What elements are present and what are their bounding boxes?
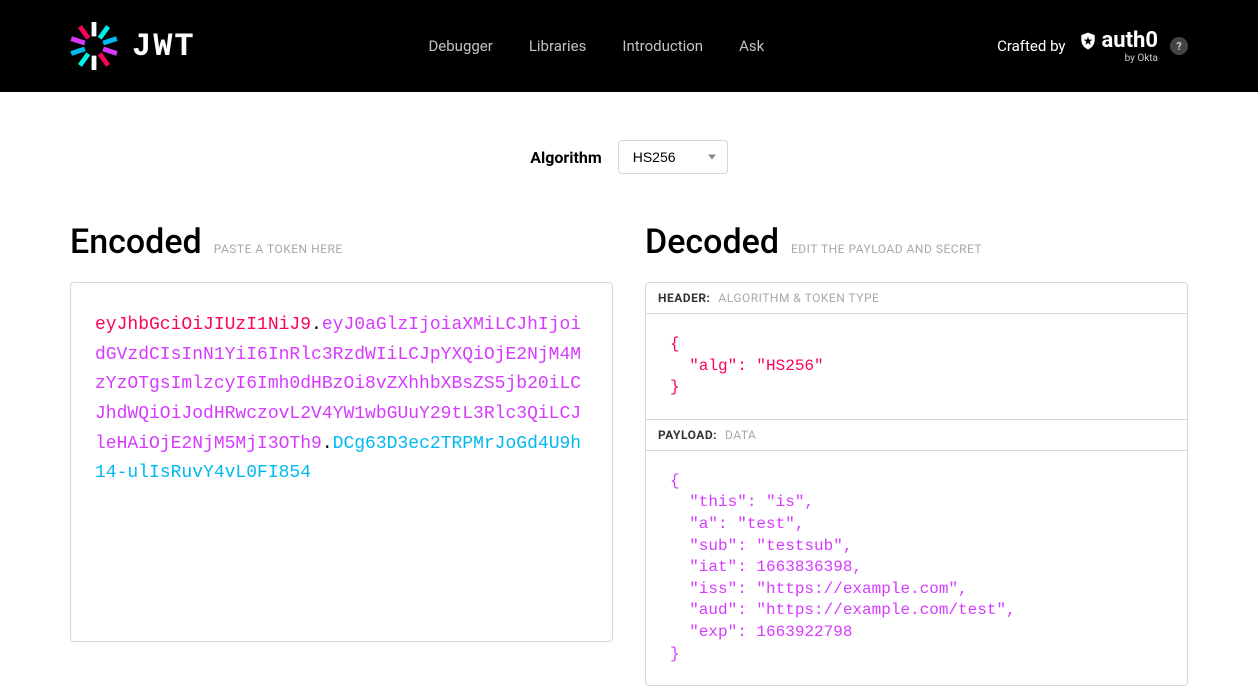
decoded-header-bar: HEADER: ALGORITHM & TOKEN TYPE <box>646 283 1187 314</box>
token-header-segment: eyJhbGciOiJIUzI1NiJ9 <box>95 315 311 335</box>
brand-text: JWT <box>132 28 196 65</box>
encoded-title: Encoded <box>70 222 202 262</box>
decoded-header-label: HEADER: <box>658 291 710 305</box>
algorithm-selector-row: Algorithm HS256 <box>0 140 1258 174</box>
nav-link-debugger[interactable]: Debugger <box>428 37 492 55</box>
nav-link-introduction[interactable]: Introduction <box>622 37 703 55</box>
auth0-logo[interactable]: auth0 by Okta <box>1078 28 1158 64</box>
brand-logo[interactable]: JWT <box>70 22 196 70</box>
encoded-hint: PASTE A TOKEN HERE <box>214 242 343 256</box>
jwt-pinwheel-icon <box>70 22 118 70</box>
encoded-token-input[interactable]: eyJhbGciOiJIUzI1NiJ9.eyJ0aGlzIjoiaXMiLCJ… <box>70 282 613 642</box>
nav-link-libraries[interactable]: Libraries <box>529 37 587 55</box>
auth0-shield-icon <box>1078 31 1098 51</box>
algorithm-select[interactable]: HS256 <box>618 140 728 174</box>
nav-links: Debugger Libraries Introduction Ask <box>428 37 764 55</box>
algorithm-label: Algorithm <box>530 148 601 167</box>
decoded-payload-label: PAYLOAD: <box>658 428 717 442</box>
decoded-header-json[interactable]: { "alg": "HS256" } <box>646 314 1187 419</box>
main-columns: Encoded PASTE A TOKEN HERE eyJhbGciOiJIU… <box>0 222 1258 686</box>
nav-link-ask[interactable]: Ask <box>739 37 764 55</box>
decoded-hint: EDIT THE PAYLOAD AND SECRET <box>791 242 982 256</box>
decoded-header-desc: ALGORITHM & TOKEN TYPE <box>718 291 879 305</box>
encoded-column: Encoded PASTE A TOKEN HERE eyJhbGciOiJIU… <box>70 222 613 686</box>
decoded-payload-desc: DATA <box>725 428 756 442</box>
top-nav: JWT Debugger Libraries Introduction Ask … <box>0 0 1258 92</box>
auth0-text: auth0 <box>1102 28 1158 53</box>
decoded-payload-json[interactable]: { "this": "is", "a": "test", "sub": "tes… <box>646 451 1187 685</box>
crafted-by-label: Crafted by <box>997 37 1065 55</box>
decoded-column: Decoded EDIT THE PAYLOAD AND SECRET HEAD… <box>645 222 1188 686</box>
algorithm-select-wrapper: HS256 <box>618 140 728 174</box>
nav-right: Crafted by auth0 by Okta ? <box>997 28 1188 64</box>
decoded-payload-bar: PAYLOAD: DATA <box>646 419 1187 451</box>
decoded-title: Decoded <box>645 222 779 262</box>
auth0-subtext: by Okta <box>1125 53 1158 64</box>
help-icon[interactable]: ? <box>1170 37 1188 55</box>
decoded-box: HEADER: ALGORITHM & TOKEN TYPE { "alg": … <box>645 282 1188 686</box>
